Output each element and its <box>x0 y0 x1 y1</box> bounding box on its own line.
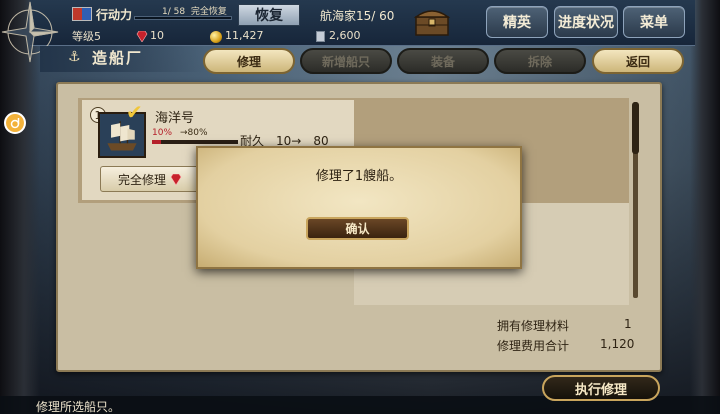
confirm-button[interactable]: 确认 <box>306 217 409 240</box>
dialog-message: 修理了1艘船。 <box>315 169 403 184</box>
